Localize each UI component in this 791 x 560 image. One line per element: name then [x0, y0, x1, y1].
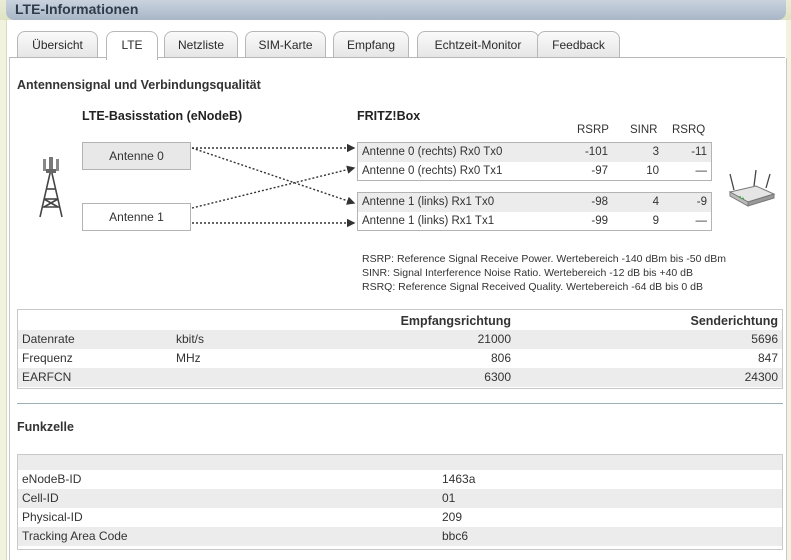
row-label: Tracking Area Code	[22, 529, 128, 543]
header-tx: Senderichtung	[690, 314, 778, 328]
tx-value: 5696	[751, 332, 778, 346]
rsrp-value: -99	[591, 215, 608, 227]
cell-header-row	[18, 455, 782, 470]
row-value: 01	[442, 491, 456, 505]
table-row: Antenne 1 (links) Rx1 Tx1 -99 9 —	[358, 212, 711, 231]
note-sinr: SINR: Signal Interference Noise Ratio. W…	[362, 267, 694, 279]
rsrq-value: —	[695, 215, 708, 227]
tab-uebersicht[interactable]: Übersicht	[17, 31, 98, 57]
rsrq-value: —	[695, 165, 708, 177]
rsrp-value: -98	[591, 196, 608, 208]
table-row: Tracking Area Code bbc6	[18, 527, 782, 546]
tx-value: 847	[757, 351, 778, 365]
cell-tower-icon	[39, 157, 63, 218]
table-row: Cell-ID 01	[18, 489, 782, 508]
row-value: 209	[442, 510, 463, 524]
row-name: Antenne 1 (links) Rx1 Tx1	[362, 215, 495, 227]
router-icon	[728, 170, 776, 207]
sinr-value: 4	[652, 196, 659, 208]
table-row: EARFCN 6300 24300	[18, 368, 782, 387]
row-unit: kbit/s	[176, 332, 205, 346]
section-divider	[17, 403, 783, 404]
table-row: Frequenz MHz 806 847	[18, 349, 782, 368]
tab-echtzeit-monitor[interactable]: Echtzeit-Monitor	[417, 31, 539, 57]
col-header-rsrq: RSRQ	[672, 124, 706, 136]
rsrq-value: -9	[696, 196, 707, 208]
rsrp-value: -101	[584, 146, 608, 158]
sinr-value: 3	[652, 146, 659, 158]
tab-sim-karte[interactable]: SIM-Karte	[245, 31, 326, 57]
row-label: Frequenz	[22, 351, 73, 365]
col-header-sinr: SINR	[630, 124, 658, 136]
table-row: Antenne 0 (rechts) Rx0 Tx0 -101 3 -11	[358, 143, 711, 162]
antenna-0-box: Antenne 0	[82, 142, 191, 170]
header-rx: Empfangsrichtung	[400, 314, 511, 328]
row-name: Antenne 0 (rechts) Rx0 Tx1	[362, 165, 503, 177]
fritzbox-label: FRITZ!Box	[357, 109, 421, 123]
tab-lte[interactable]: LTE	[106, 31, 158, 60]
fritzbox-antenna-0-group: Antenne 0 (rechts) Rx0 Tx0 -101 3 -11 An…	[357, 142, 712, 181]
page-title: LTE-Informationen	[15, 1, 139, 17]
rsrp-value: -97	[591, 165, 608, 177]
row-value: 1463a	[442, 472, 476, 486]
title-bar: LTE-Informationen	[0, 0, 791, 20]
row-label: Datenrate	[22, 332, 75, 346]
table-row: Antenne 0 (rechts) Rx0 Tx1 -97 10 —	[358, 162, 711, 181]
rsrq-value: -11	[691, 146, 707, 158]
table-row: eNodeB-ID 1463a	[18, 470, 782, 489]
table-row: Antenne 1 (links) Rx1 Tx0 -98 4 -9	[358, 193, 711, 212]
table-row: Datenrate kbit/s 21000 5696	[18, 330, 782, 349]
connection-lines	[191, 143, 356, 228]
sinr-value: 10	[646, 165, 659, 177]
rx-value: 6300	[484, 370, 511, 384]
rx-value: 21000	[477, 332, 511, 346]
left-frame	[0, 20, 7, 560]
row-label: eNodeB-ID	[22, 472, 82, 486]
rx-value: 806	[490, 351, 511, 365]
cell-table: eNodeB-ID 1463a Cell-ID 01 Physical-ID 2…	[17, 454, 783, 550]
tx-value: 24300	[744, 370, 778, 384]
col-header-rsrp: RSRP	[577, 124, 609, 136]
rates-header-row: Empfangsrichtung Senderichtung	[18, 312, 782, 331]
rates-table: Empfangsrichtung Senderichtung Datenrate…	[17, 309, 783, 389]
tab-feedback[interactable]: Feedback	[537, 31, 620, 57]
antenna-1-box: Antenne 1	[82, 203, 191, 231]
tab-empfang[interactable]: Empfang	[333, 31, 409, 57]
table-row: Physical-ID 209	[18, 508, 782, 527]
row-value: bbc6	[442, 529, 469, 543]
signal-heading: Antennensignal und Verbindungsqualität	[17, 78, 261, 92]
base-station-label: LTE-Basisstation (eNodeB)	[82, 109, 243, 123]
note-rsrp: RSRP: Reference Signal Receive Power. We…	[362, 253, 726, 265]
row-label: Physical-ID	[22, 510, 83, 524]
tab-netzliste[interactable]: Netzliste	[164, 31, 238, 57]
row-label: Cell-ID	[22, 491, 59, 505]
sinr-value: 9	[652, 215, 659, 227]
tab-bar: Übersicht LTE Netzliste SIM-Karte Empfan…	[9, 31, 779, 60]
cell-heading: Funkzelle	[17, 420, 74, 434]
row-unit: MHz	[176, 351, 201, 365]
fritzbox-antenna-1-group: Antenne 1 (links) Rx1 Tx0 -98 4 -9 Anten…	[357, 192, 712, 231]
row-label: EARFCN	[22, 370, 72, 384]
note-rsrq: RSRQ: Reference Signal Received Quality.…	[362, 281, 704, 293]
row-name: Antenne 0 (rechts) Rx0 Tx0	[362, 146, 503, 158]
row-name: Antenne 1 (links) Rx1 Tx0	[362, 196, 495, 208]
